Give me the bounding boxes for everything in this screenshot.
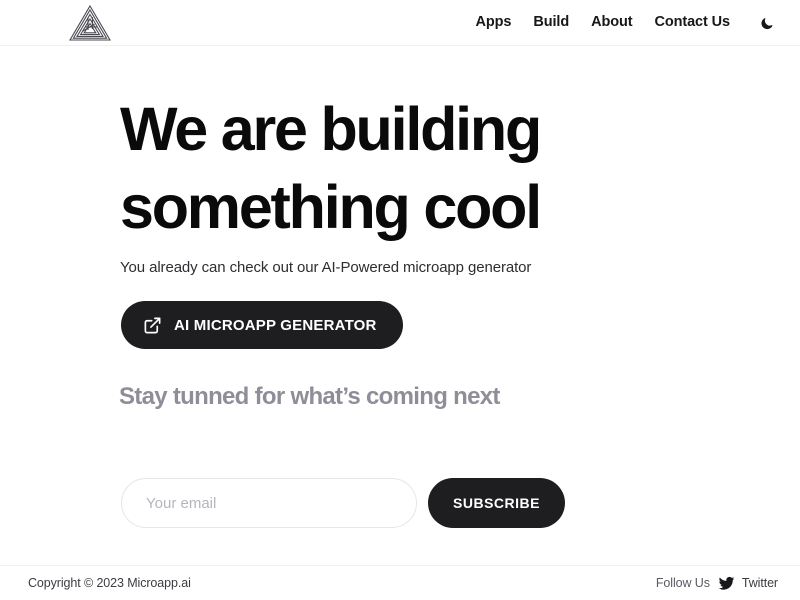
subscribe-button[interactable]: SUBSCRIBE <box>428 478 565 528</box>
external-link-icon <box>143 316 162 335</box>
page-title: We are building something cool <box>120 90 640 246</box>
dark-mode-toggle[interactable] <box>754 9 780 36</box>
cta-label: AI MICROAPP GENERATOR <box>174 316 377 334</box>
main-content: We are building something cool You alread… <box>0 46 800 565</box>
twitter-bird-icon <box>718 575 735 592</box>
moon-icon <box>760 16 774 30</box>
social-links: Follow Us Twitter <box>656 575 778 592</box>
ai-microapp-generator-button[interactable]: AI MICROAPP GENERATOR <box>121 301 403 349</box>
impossible-triangle-logo[interactable] <box>68 4 112 42</box>
nav-item-about[interactable]: About <box>591 15 632 30</box>
site-header: Apps Build About Contact Us <box>0 0 800 46</box>
email-input[interactable] <box>121 478 417 528</box>
nav-item-apps[interactable]: Apps <box>475 15 511 30</box>
newsletter-heading: Stay tunned for what’s coming next <box>119 383 500 410</box>
twitter-label: Twitter <box>741 575 778 590</box>
twitter-link[interactable]: Twitter <box>718 575 778 592</box>
hero-subtitle: You already can check out our AI-Powered… <box>120 259 532 276</box>
hero-title-line-1: We are building <box>120 95 542 163</box>
follow-us-label: Follow Us <box>655 575 710 590</box>
hero-title-line-2: something cool <box>120 173 542 241</box>
nav-item-build[interactable]: Build <box>533 15 569 30</box>
subscribe-form: SUBSCRIBE <box>121 478 565 528</box>
copyright-text: Copyright © 2023 Microapp.ai <box>28 575 191 590</box>
logo-icon <box>69 4 111 41</box>
main-nav: Apps Build About Contact Us <box>475 9 780 36</box>
site-footer: Copyright © 2023 Microapp.ai Follow Us T… <box>0 565 800 600</box>
nav-item-contact-us[interactable]: Contact Us <box>654 15 730 30</box>
